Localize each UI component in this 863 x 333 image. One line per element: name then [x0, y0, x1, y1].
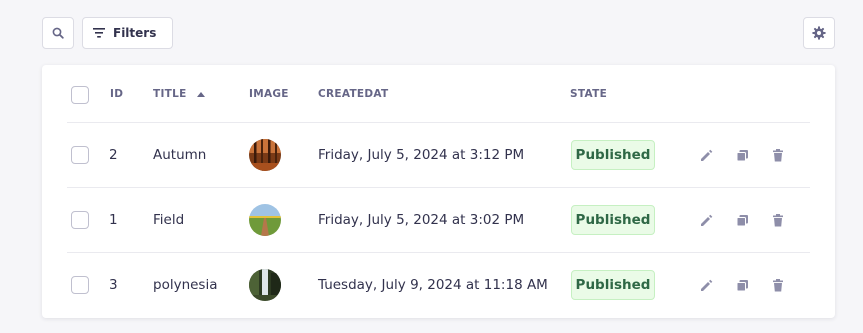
pencil-icon — [700, 279, 712, 291]
header-state-label: STATE — [570, 88, 608, 100]
trash-icon — [773, 213, 783, 226]
delete-button[interactable] — [770, 277, 786, 293]
header-id-label: ID — [110, 88, 124, 100]
row-id: 1 — [109, 212, 118, 228]
row-image-thumbnail — [249, 204, 281, 236]
header-createdat[interactable]: CREATEDAT — [318, 65, 389, 123]
row-divider — [67, 252, 810, 253]
table-card: ID TITLE IMAGE CREATEDAT STATE 2 Autumn — [42, 65, 835, 318]
row-checkbox[interactable] — [71, 146, 89, 164]
trash-icon — [773, 148, 783, 161]
pencil-icon — [700, 149, 712, 161]
header-id[interactable]: ID — [110, 65, 123, 123]
header-title[interactable]: TITLE — [153, 65, 205, 123]
row-id: 3 — [109, 277, 118, 293]
edit-button[interactable] — [698, 147, 714, 163]
trash-icon — [773, 278, 783, 291]
toolbar: Filters — [42, 17, 835, 49]
gear-icon — [812, 26, 826, 40]
status-badge: Published — [571, 205, 655, 235]
row-title: Field — [153, 212, 185, 228]
row-checkbox[interactable] — [71, 276, 89, 294]
delete-button[interactable] — [770, 147, 786, 163]
status-badge: Published — [571, 270, 655, 300]
row-createdat: Friday, July 5, 2024 at 3:02 PM — [318, 212, 525, 228]
row-checkbox[interactable] — [71, 211, 89, 229]
search-button[interactable] — [42, 17, 74, 49]
header-image-label: IMAGE — [249, 88, 289, 100]
duplicate-button[interactable] — [734, 147, 750, 163]
edit-button[interactable] — [698, 277, 714, 293]
sort-ascending-icon — [196, 91, 205, 97]
duplicate-button[interactable] — [734, 277, 750, 293]
header-image: IMAGE — [249, 65, 289, 123]
filter-icon — [93, 28, 105, 38]
row-image-thumbnail — [249, 269, 281, 301]
row-image-thumbnail — [249, 139, 281, 171]
pencil-icon — [700, 214, 712, 226]
filters-button-label: Filters — [113, 26, 157, 40]
header-title-label: TITLE — [153, 88, 187, 100]
header-state[interactable]: STATE — [570, 65, 607, 123]
row-title: polynesia — [153, 277, 218, 293]
delete-button[interactable] — [770, 212, 786, 228]
row-divider — [67, 122, 810, 123]
row-createdat: Friday, July 5, 2024 at 3:12 PM — [318, 147, 525, 163]
row-id: 2 — [109, 147, 118, 163]
select-all-checkbox[interactable] — [71, 86, 89, 104]
duplicate-button[interactable] — [734, 212, 750, 228]
row-divider — [67, 187, 810, 188]
row-createdat: Tuesday, July 9, 2024 at 11:18 AM — [318, 277, 548, 293]
status-badge: Published — [571, 140, 655, 170]
filters-button[interactable]: Filters — [82, 17, 173, 49]
row-title: Autumn — [153, 147, 207, 163]
search-icon — [52, 27, 64, 39]
duplicate-icon — [736, 149, 748, 161]
duplicate-icon — [736, 279, 748, 291]
edit-button[interactable] — [698, 212, 714, 228]
settings-button[interactable] — [803, 17, 835, 49]
header-createdat-label: CREATEDAT — [318, 88, 389, 100]
duplicate-icon — [736, 214, 748, 226]
